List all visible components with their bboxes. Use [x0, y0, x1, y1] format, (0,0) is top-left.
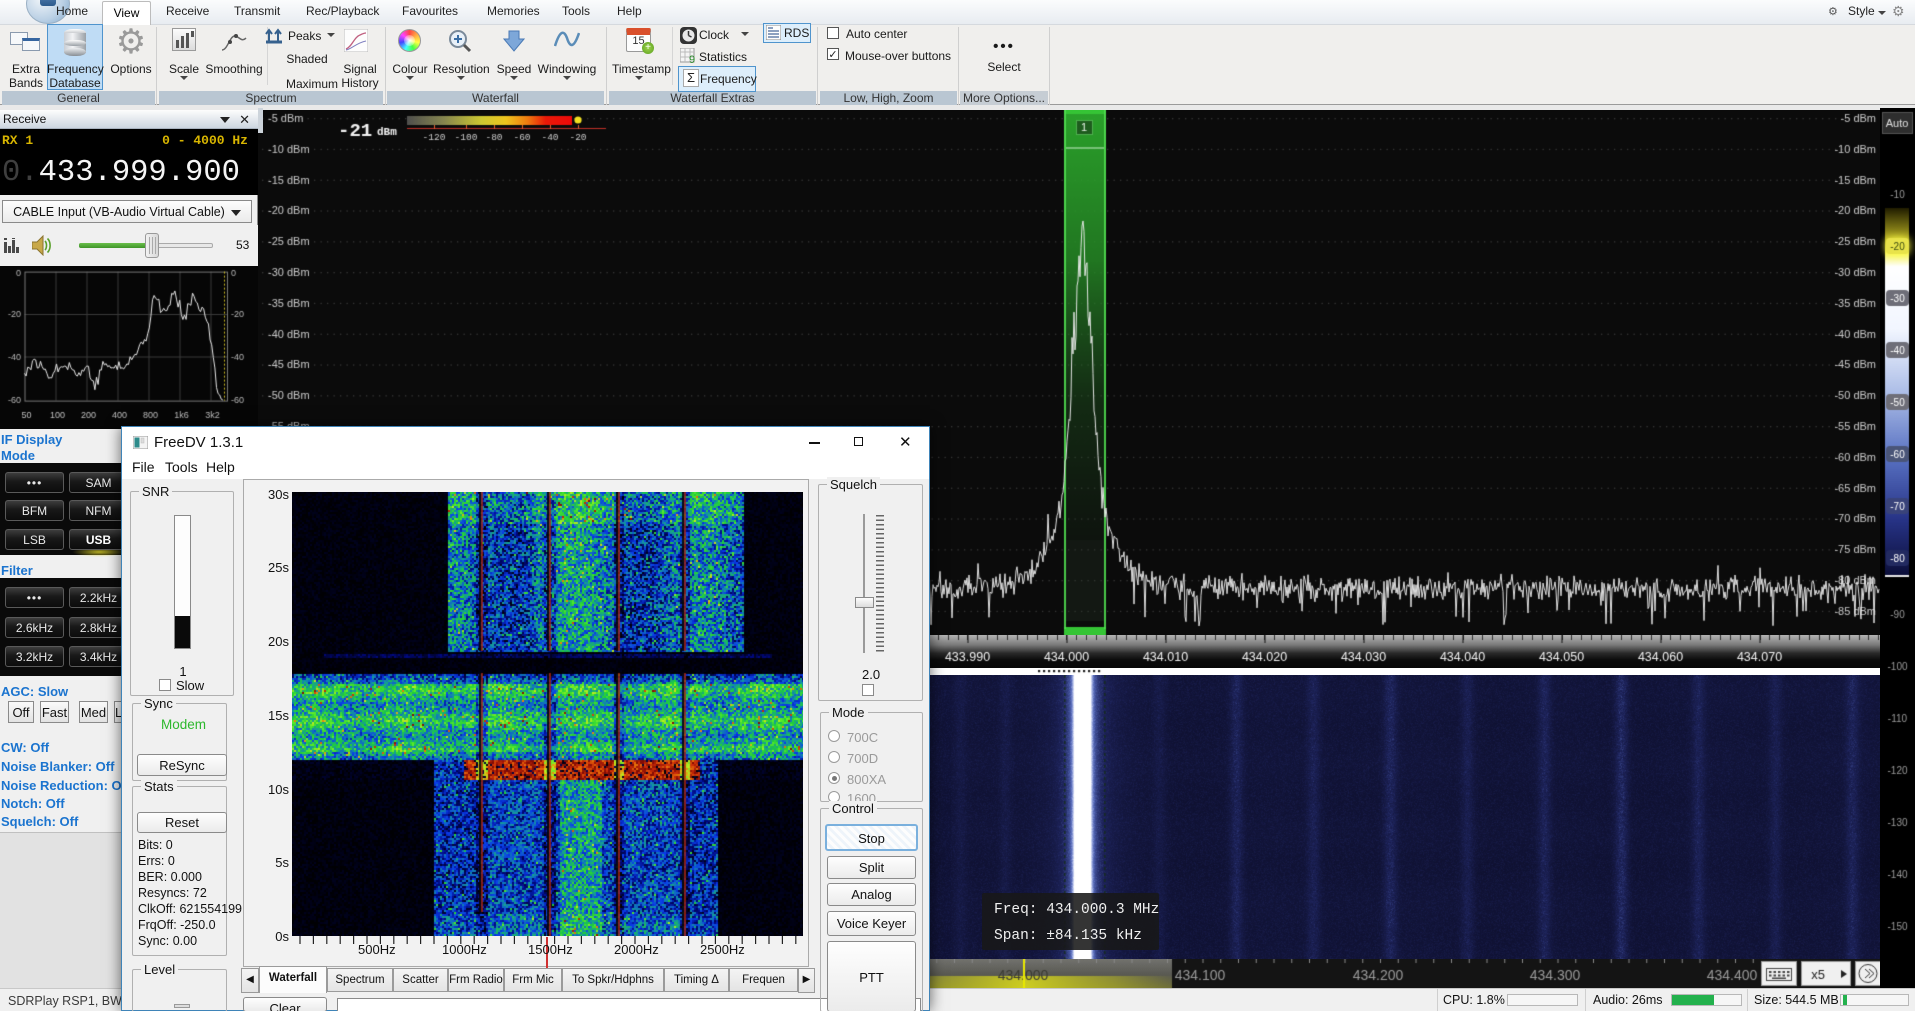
svg-text:9: 9 [689, 54, 695, 64]
